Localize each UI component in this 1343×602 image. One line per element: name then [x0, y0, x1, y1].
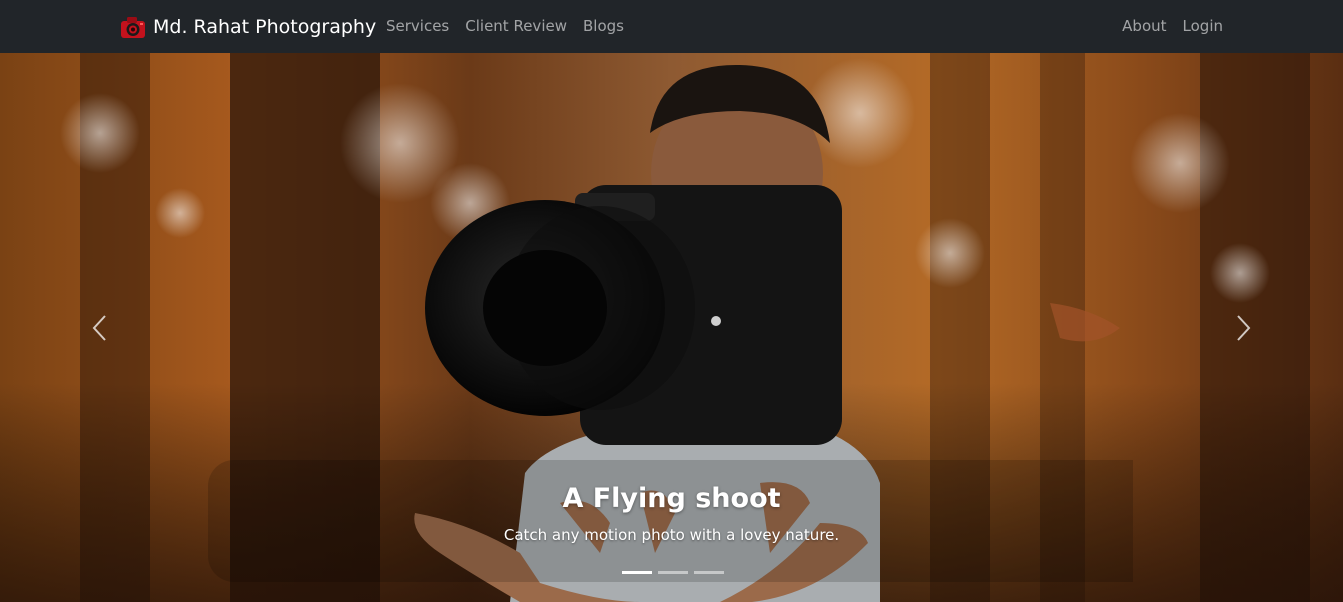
slide-caption: Catch any motion photo with a lovey natu…	[503, 526, 840, 544]
caption-backdrop	[208, 460, 1133, 582]
brand-link[interactable]: Md. Rahat Photography	[118, 12, 376, 42]
nav-left: Services Client Review Blogs	[386, 15, 624, 37]
chevron-left-icon	[92, 315, 106, 341]
hero-carousel: A Flying shoot Catch any motion photo wi…	[0, 53, 1343, 602]
nav-link-about[interactable]: About	[1122, 15, 1166, 37]
slide-title: A Flying shoot	[562, 483, 781, 514]
nav-link-client-review[interactable]: Client Review	[465, 15, 567, 37]
carousel-indicator-2[interactable]	[658, 571, 688, 574]
carousel-indicators	[622, 571, 724, 574]
camera-logo-icon	[118, 13, 148, 41]
carousel-indicator-3[interactable]	[694, 571, 724, 574]
nav-link-login[interactable]: Login	[1183, 15, 1223, 37]
nav-link-services[interactable]: Services	[386, 15, 449, 37]
brand-name: Md. Rahat Photography	[153, 16, 377, 38]
chevron-right-icon	[1237, 315, 1251, 341]
nav-link-blogs[interactable]: Blogs	[583, 15, 624, 37]
carousel-prev-button[interactable]	[0, 53, 200, 602]
carousel-indicator-1[interactable]	[622, 571, 652, 574]
nav-right: About Login	[1122, 15, 1223, 37]
navbar: Md. Rahat Photography Services Client Re…	[0, 0, 1343, 53]
carousel-next-button[interactable]	[1143, 53, 1343, 602]
